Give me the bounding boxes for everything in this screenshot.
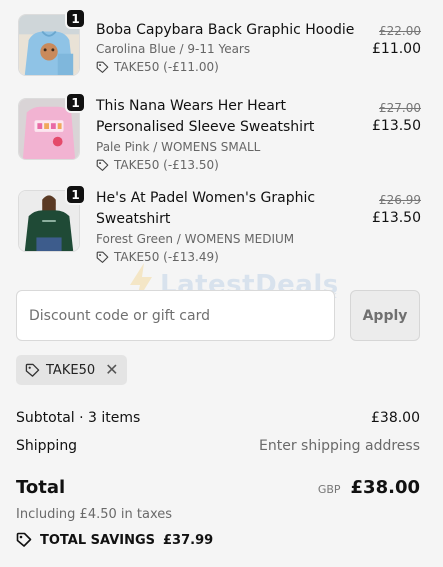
line-item: 1 He's At Padel Women's Graphic Sweatshi…	[16, 184, 421, 264]
savings-value: £37.99	[163, 532, 214, 548]
tag-icon	[96, 61, 109, 74]
quantity-badge: 1	[65, 8, 86, 29]
item-discount-label: TAKE50 (-£13.49)	[114, 250, 219, 264]
original-price: £26.99	[379, 193, 421, 207]
shipping-row: Shipping Enter shipping address	[16, 438, 420, 454]
tag-icon	[25, 363, 40, 378]
product-variant: Carolina Blue / 9-11 Years	[96, 42, 251, 56]
savings-tag-icon	[16, 532, 32, 548]
remove-discount-icon[interactable]: ✕	[105, 362, 118, 378]
item-discount: TAKE50 (-£13.49)	[96, 250, 219, 264]
item-discount: TAKE50 (-£13.50)	[96, 158, 219, 172]
line-item: 1 This Nana Wears Her Heart Personalised…	[16, 92, 421, 172]
item-price: £13.50	[372, 210, 421, 226]
shipping-label: Shipping	[16, 438, 78, 454]
original-price: £27.00	[379, 101, 421, 115]
tag-icon	[96, 159, 109, 172]
apply-button[interactable]: Apply	[350, 290, 420, 341]
item-price: £11.00	[372, 41, 421, 57]
item-discount-label: TAKE50 (-£11.00)	[114, 60, 219, 74]
subtotal-row: Subtotal · 3 items £38.00	[16, 410, 420, 426]
shipping-value: Enter shipping address	[259, 438, 420, 454]
total-label: Total	[16, 477, 66, 498]
product-name: He's At Padel Women's Graphic Sweatshirt	[96, 190, 316, 227]
quantity-badge: 1	[65, 92, 86, 113]
total-row: Total GBP £38.00	[16, 477, 420, 498]
product-name: Boba Capybara Back Graphic Hoodie	[96, 22, 355, 38]
product-variant: Pale Pink / WOMENS SMALL	[96, 140, 261, 154]
item-price: £13.50	[372, 118, 421, 134]
currency-code: GBP	[317, 483, 341, 496]
product-name: This Nana Wears Her Heart Personalised S…	[96, 98, 315, 135]
discount-code-input[interactable]	[16, 290, 335, 341]
product-variant: Forest Green / WOMENS MEDIUM	[96, 232, 295, 246]
applied-discount-chip: TAKE50 ✕	[16, 355, 127, 385]
taxes-note: Including £4.50 in taxes	[16, 507, 173, 522]
tag-icon	[96, 251, 109, 264]
total-value: £38.00	[350, 477, 420, 498]
total-savings: TOTAL SAVINGS £37.99	[16, 532, 213, 548]
applied-discount-code: TAKE50	[46, 362, 96, 378]
subtotal-label: Subtotal · 3 items	[16, 410, 141, 426]
savings-label: TOTAL SAVINGS	[40, 532, 156, 548]
quantity-badge: 1	[65, 184, 86, 205]
item-discount: TAKE50 (-£11.00)	[96, 60, 219, 74]
subtotal-value: £38.00	[371, 410, 420, 426]
line-item: 1 Boba Capybara Back Graphic Hoodie Caro…	[16, 8, 421, 84]
original-price: £22.00	[379, 24, 421, 38]
item-discount-label: TAKE50 (-£13.50)	[114, 158, 219, 172]
